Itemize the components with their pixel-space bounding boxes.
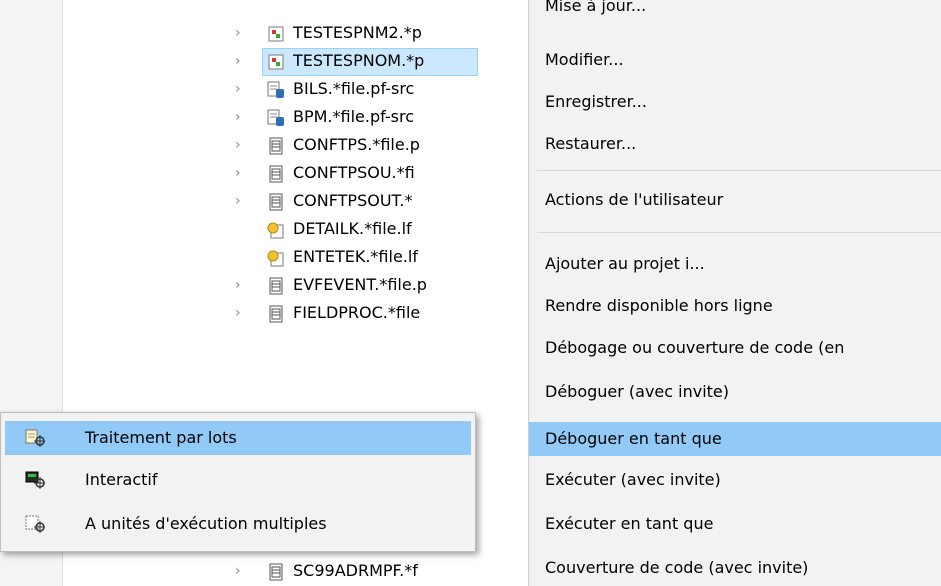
menu-item-label: Déboguer en tant que — [545, 429, 722, 448]
tree-item[interactable]: ENTETEK.*file.lf — [63, 244, 488, 272]
menu-item-label: Débogage ou couverture de code (en — [545, 338, 845, 357]
menu-item-label: Actions de l'utilisateur — [545, 190, 724, 209]
menu-separator — [537, 232, 941, 233]
menu-item-couverture-code-invite[interactable]: Couverture de code (avec invite) — [529, 554, 941, 584]
menu-item-debogage-couverture[interactable]: Débogage ou couverture de code (en — [529, 334, 941, 364]
file-icon — [267, 165, 285, 183]
logical-file-icon — [267, 221, 285, 239]
submenu-item-batch[interactable]: Traitement par lots — [5, 421, 471, 455]
menu-item-label: Ajouter au projet i... — [545, 254, 705, 273]
tree-item-label: CONFTPS.*file.p — [293, 135, 420, 154]
submenu-item-multithread[interactable]: A unités d'exécution multiples — [5, 507, 471, 541]
chevron-right-icon[interactable]: › — [235, 193, 251, 209]
submenu-item-label: Interactif — [85, 470, 158, 489]
tree-item-label: BPM.*file.pf-src — [293, 107, 415, 126]
chevron-right-icon[interactable]: › — [235, 109, 251, 125]
chevron-right-icon[interactable]: › — [235, 165, 251, 181]
source-file-icon — [267, 109, 285, 127]
chevron-right-icon[interactable]: › — [235, 277, 251, 293]
tree-item-label: BILS.*file.pf-src — [293, 79, 415, 98]
multithread-debug-icon — [25, 515, 45, 533]
menu-item-label: Mise à jour... — [545, 0, 647, 15]
menu-item-label: Exécuter en tant que — [545, 514, 714, 533]
submenu-item-label: Traitement par lots — [85, 428, 237, 447]
tree-item[interactable]: › SC99ADRMPF.*f — [63, 558, 488, 586]
chevron-right-icon[interactable]: › — [235, 81, 251, 97]
tree-item-label: TESTESPNM2.*p — [293, 23, 422, 42]
menu-item-modifier[interactable]: Modifier... — [529, 46, 941, 76]
file-icon — [267, 193, 285, 211]
tree-item-label: DETAILK.*file.lf — [293, 219, 412, 238]
chevron-right-icon[interactable]: › — [235, 305, 251, 321]
logical-file-icon — [267, 249, 285, 267]
context-menu: Mise à jour... Modifier... Enregistrer..… — [528, 0, 941, 586]
submenu-item-interactive[interactable]: Interactif — [5, 463, 471, 497]
tree-item-label: FIELDPROC.*file — [293, 303, 421, 322]
tree-item[interactable]: DETAILK.*file.lf — [63, 216, 488, 244]
chevron-right-icon[interactable]: › — [235, 137, 251, 153]
debug-as-submenu: Traitement par lots Interactif A unités … — [0, 412, 476, 552]
tree-item[interactable]: › CONFTPS.*file.p — [63, 132, 488, 160]
source-file-icon — [267, 81, 285, 99]
menu-item-executer-en-tant-que[interactable]: Exécuter en tant que — [529, 510, 941, 540]
tree-item[interactable]: › BPM.*file.pf-src — [63, 104, 488, 132]
tree-item-label: CONFTPSOUT.* — [293, 191, 413, 210]
menu-item-label: Modifier... — [545, 50, 624, 69]
tree-item-label: EVFEVENT.*file.p — [293, 275, 427, 294]
menu-item-label: Restaurer... — [545, 134, 637, 153]
tree-item[interactable]: › TESTESPNM2.*p — [63, 20, 488, 48]
tree-item[interactable]: › EVFEVENT.*file.p — [63, 272, 488, 300]
menu-item-label: Enregistrer... — [545, 92, 647, 111]
tree-item-label: SC99ADRMPF.*f — [293, 561, 418, 580]
menu-item-label: Rendre disponible hors ligne — [545, 296, 773, 315]
chevron-right-icon[interactable]: › — [235, 53, 251, 69]
batch-debug-icon — [25, 429, 45, 447]
menu-item-enregistrer[interactable]: Enregistrer... — [529, 88, 941, 118]
menu-item-ajouter-projet[interactable]: Ajouter au projet i... — [529, 250, 941, 280]
tree-item[interactable]: › CONFTPSOU.*fi — [63, 160, 488, 188]
interactive-debug-icon — [25, 471, 45, 489]
tree-item[interactable]: › BILS.*file.pf-src — [63, 76, 488, 104]
submenu-item-label: A unités d'exécution multiples — [85, 514, 327, 533]
menu-item-hors-ligne[interactable]: Rendre disponible hors ligne — [529, 292, 941, 322]
menu-item-label: Couverture de code (avec invite) — [545, 558, 809, 577]
menu-item-restaurer[interactable]: Restaurer... — [529, 130, 941, 160]
tree-item-label: ENTETEK.*file.lf — [293, 247, 418, 266]
tree-item[interactable]: › TESTESPNOM.*p — [63, 48, 488, 76]
menu-item-deboguer-invite[interactable]: Déboguer (avec invite) — [529, 378, 941, 408]
menu-item-label: Exécuter (avec invite) — [545, 470, 721, 489]
menu-item-deboguer-en-tant-que[interactable]: Déboguer en tant que — [529, 422, 941, 456]
tree-item[interactable]: › CONFTPSOUT.* — [63, 188, 488, 216]
chevron-right-icon[interactable]: › — [235, 563, 251, 579]
file-icon — [267, 277, 285, 295]
file-icon — [267, 305, 285, 323]
tree-item[interactable]: › FIELDPROC.*file — [63, 300, 488, 328]
tree-item-label: CONFTPSOU.*fi — [293, 163, 415, 182]
menu-separator — [537, 170, 941, 171]
file-icon — [267, 563, 285, 581]
file-icon — [267, 137, 285, 155]
member-icon — [267, 53, 285, 71]
tree-item-label: TESTESPNOM.*p — [293, 51, 425, 70]
menu-item-executer-invite[interactable]: Exécuter (avec invite) — [529, 466, 941, 496]
menu-item-label: Déboguer (avec invite) — [545, 382, 730, 401]
menu-item-mise-a-jour[interactable]: Mise à jour... — [529, 0, 941, 22]
chevron-right-icon[interactable]: › — [235, 25, 251, 41]
member-icon — [267, 25, 285, 43]
menu-item-actions-utilisateur[interactable]: Actions de l'utilisateur — [529, 186, 941, 216]
